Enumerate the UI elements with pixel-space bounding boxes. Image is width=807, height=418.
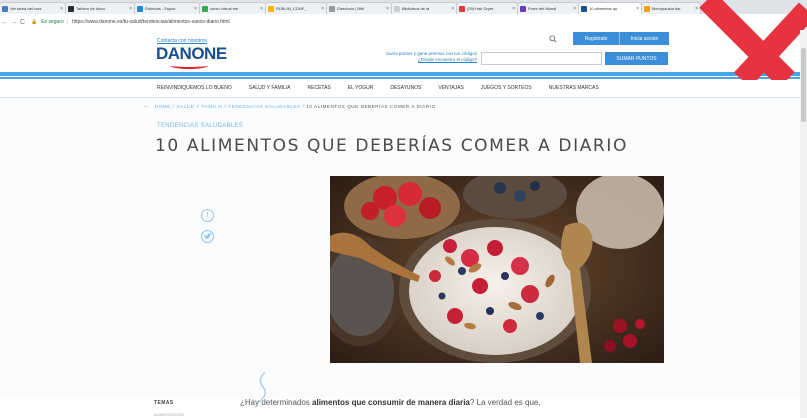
login-button[interactable]: Inicia sesión bbox=[619, 32, 669, 45]
tab-favicon-icon bbox=[202, 5, 208, 12]
browser-tab[interactable]: (29) Hair Dryer × bbox=[456, 2, 518, 14]
browser-tab[interactable]: 10 alimentos qu × bbox=[578, 2, 642, 14]
promo-code-link[interactable]: ¿Dónde encuentro el código? bbox=[355, 57, 477, 63]
browser-tab[interactable]: Biblioteca de la × bbox=[391, 2, 457, 14]
menu-item[interactable]: RECETAS bbox=[308, 85, 331, 91]
tab-favicon-icon bbox=[520, 5, 526, 12]
breadcrumb: — HOME / SALUD Y FAMILIA / TENDENCIAS SA… bbox=[144, 104, 436, 109]
tab-close-icon[interactable]: × bbox=[260, 6, 263, 12]
tab-label: Rúbricas - Espac bbox=[145, 6, 176, 11]
tab-favicon-icon bbox=[394, 5, 400, 12]
browser-tab[interactable]: Directorio | Bibl × bbox=[326, 2, 392, 14]
tab-favicon-icon bbox=[137, 5, 143, 12]
tab-favicon-icon bbox=[2, 5, 8, 12]
tab-close-icon[interactable]: × bbox=[636, 6, 639, 12]
menu-item[interactable]: NUESTRAS MARCAS bbox=[549, 85, 599, 91]
twitter-bird-icon bbox=[203, 233, 212, 240]
sum-points-button[interactable]: SUMAR PUNTOS bbox=[605, 52, 668, 65]
article-category[interactable]: TENDENCIAS SALUDABLES bbox=[157, 123, 243, 129]
tab-favicon-icon bbox=[329, 5, 335, 12]
tab-label: Ver tarea del curs bbox=[10, 6, 42, 11]
back-icon[interactable]: ← bbox=[0, 19, 9, 26]
menu-item[interactable]: REINVINDIQUEMOS LO BUENO bbox=[157, 85, 232, 91]
article-intro: ¿Hay determinados alimentos que consumir… bbox=[240, 398, 541, 407]
article-content: — HOME / SALUD Y FAMILIA / TENDENCIAS SA… bbox=[0, 98, 807, 417]
browser-tab[interactable]: Tablero de discu × bbox=[65, 2, 135, 14]
promo-text: Suma puntos y gana premios con tus códig… bbox=[355, 51, 477, 63]
menu-item[interactable]: JUEGOS Y SORTEOS bbox=[481, 85, 532, 91]
intro-text-end: ? La verdad es que, bbox=[469, 398, 541, 407]
tab-favicon-icon bbox=[459, 5, 465, 12]
reload-icon[interactable]: C bbox=[18, 19, 27, 26]
breadcrumb-home[interactable]: HOME bbox=[155, 104, 171, 109]
page-title: 10 ALIMENTOS QUE DEBERÍAS COMER A DIARIO bbox=[155, 136, 628, 156]
tab-label: Tablero de discu bbox=[76, 6, 106, 11]
tab-label: Porre del Mundi bbox=[528, 6, 557, 11]
menu-item[interactable]: DESAYUNOS bbox=[390, 85, 421, 91]
browser-tab[interactable]: RÚBLIN_CONF_ × bbox=[265, 2, 327, 14]
danone-logo[interactable]: DANONE bbox=[156, 44, 227, 64]
intro-text: ¿Hay determinados bbox=[240, 398, 313, 407]
breadcrumb-dash: — bbox=[144, 104, 150, 109]
tab-label: Menopausia dar bbox=[652, 6, 681, 11]
tab-favicon-icon bbox=[268, 5, 274, 12]
tab-close-icon[interactable]: × bbox=[60, 6, 63, 12]
menu-item[interactable]: EL YOGUR bbox=[348, 85, 374, 91]
tab-close-icon[interactable]: × bbox=[129, 6, 132, 12]
tab-favicon-icon bbox=[644, 5, 650, 12]
register-button[interactable]: Registrate bbox=[573, 32, 619, 45]
tab-label: RÚBLIN_CONF_ bbox=[276, 6, 307, 11]
tab-label: 10 alimentos qu bbox=[589, 6, 618, 11]
tab-label: Directorio | Bibl bbox=[337, 6, 365, 11]
browser-tab[interactable]: Ver tarea del curs × bbox=[0, 2, 66, 14]
browser-tab[interactable]: Porre del Mundi × bbox=[517, 2, 579, 14]
menu-item[interactable]: SALUD Y FAMILIA bbox=[249, 85, 291, 91]
topics-heading: TEMAS bbox=[154, 400, 174, 406]
tab-close-icon[interactable]: × bbox=[451, 6, 454, 12]
menu-item[interactable]: VENTAJAS bbox=[438, 85, 463, 91]
search-icon[interactable] bbox=[549, 35, 557, 43]
forward-icon[interactable]: → bbox=[9, 19, 18, 26]
breadcrumb-section[interactable]: SALUD Y FAMILIA bbox=[176, 104, 222, 109]
tab-close-icon[interactable]: × bbox=[573, 6, 576, 12]
tab-label: (29) Hair Dryer bbox=[467, 6, 494, 11]
tab-close-icon[interactable]: × bbox=[512, 6, 515, 12]
red-x-overlay bbox=[699, 0, 807, 80]
browser-tab[interactable]: Menopausia dar × bbox=[641, 2, 701, 14]
breadcrumb-category[interactable]: TENDENCIAS SALUDABLES bbox=[228, 104, 300, 109]
site-header: Contacta con nosotros DANONE Registrate … bbox=[0, 30, 807, 72]
twitter-share-icon[interactable] bbox=[201, 230, 214, 243]
tab-label: curso virtual me bbox=[210, 6, 239, 11]
browser-tab[interactable]: curso virtual me × bbox=[199, 2, 266, 14]
main-menu: REINVINDIQUEMOS LO BUENO SALUD Y FAMILIA R… bbox=[0, 79, 807, 98]
site: Contacta con nosotros DANONE Registrate … bbox=[0, 30, 807, 417]
url-text[interactable]: https://www.danone.es/tu-salud/tendencia… bbox=[72, 19, 230, 25]
scrollbar-thumb[interactable] bbox=[801, 48, 806, 122]
facebook-share-icon[interactable]: f bbox=[201, 209, 214, 222]
browser-tab-bar: Ver tarea del curs × Tablero de discu × Rúbr… bbox=[0, 0, 807, 14]
address-bar: ← → C 🔒 Es seguro | https://www.danone.e… bbox=[0, 14, 807, 31]
secure-lock-icon: 🔒 bbox=[31, 19, 38, 25]
tab-label: Biblioteca de la bbox=[402, 6, 430, 11]
code-input[interactable] bbox=[481, 52, 602, 65]
url-divider: | bbox=[66, 19, 69, 25]
logo-swoosh bbox=[170, 62, 208, 69]
topics-item[interactable]: ALIMENTACIÓN bbox=[154, 412, 184, 417]
tab-close-icon[interactable]: × bbox=[386, 6, 389, 12]
tab-close-icon[interactable]: × bbox=[321, 6, 324, 12]
tab-close-icon[interactable]: × bbox=[194, 6, 197, 12]
secure-label: Es seguro bbox=[41, 19, 64, 25]
breadcrumb-current: 10 ALIMENTOS QUE DEBERÍAS COMER A DIARIO bbox=[306, 104, 436, 109]
intro-bold: alimentos que consumir de manera diaria bbox=[312, 398, 470, 407]
hero-image bbox=[330, 176, 664, 363]
tab-favicon-icon bbox=[68, 5, 74, 12]
browser-tab[interactable]: Rúbricas - Espac × bbox=[134, 2, 200, 14]
tab-favicon-icon bbox=[581, 5, 587, 12]
